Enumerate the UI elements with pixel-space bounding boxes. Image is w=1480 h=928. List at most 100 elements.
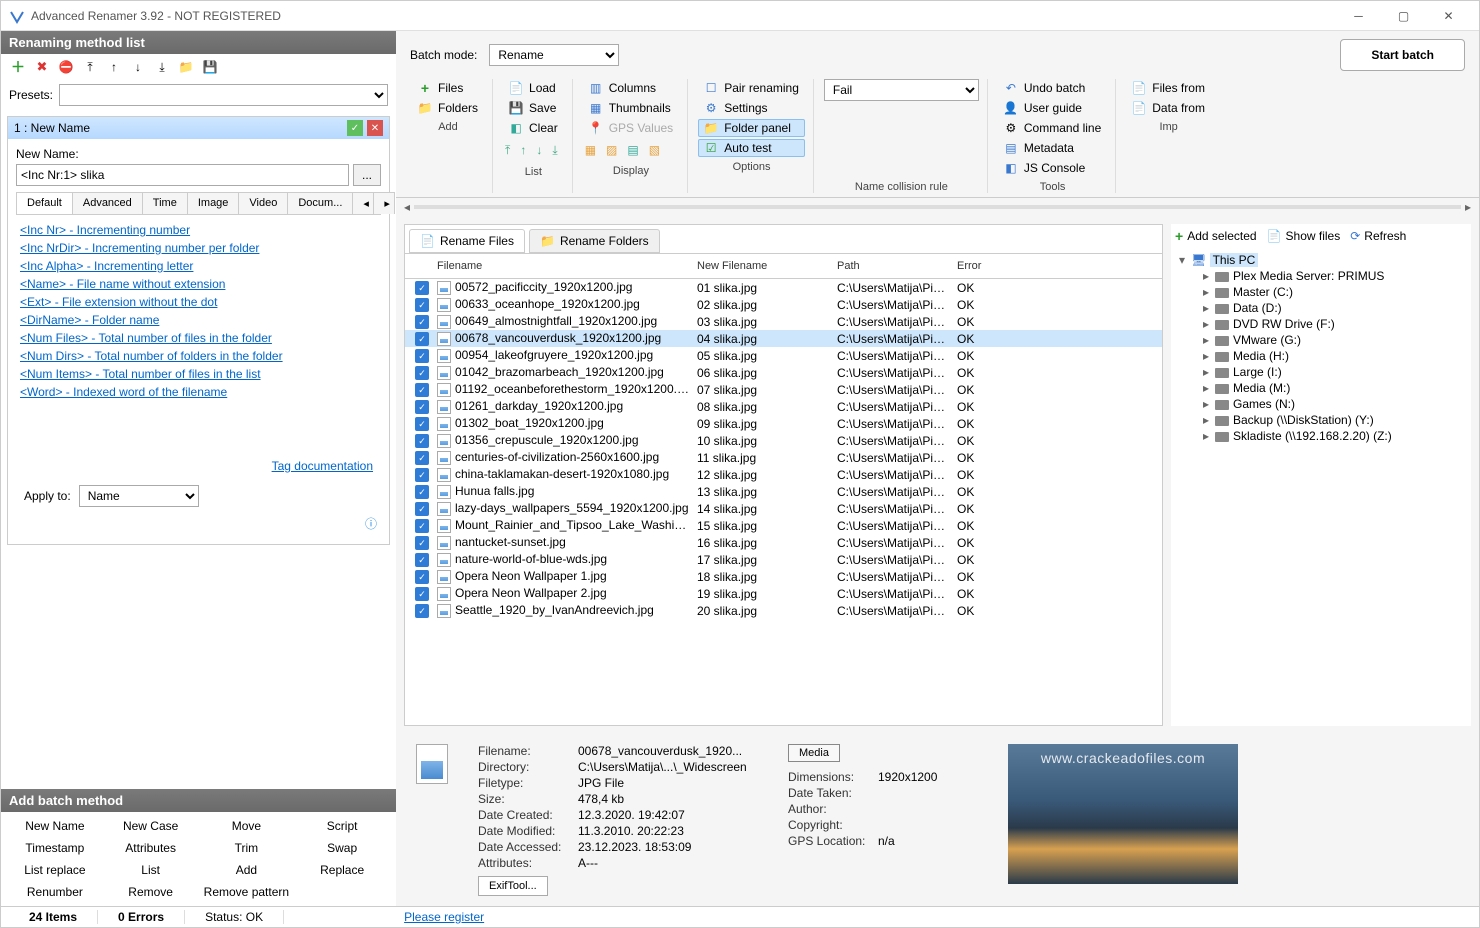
table-row[interactable]: ✓ 01261_darkday_1920x1200.jpg 08 slika.j… (405, 398, 1162, 415)
row-checkbox-icon[interactable]: ✓ (415, 315, 429, 329)
row-checkbox-icon[interactable]: ✓ (415, 434, 429, 448)
tree-toggle-icon[interactable]: ▸ (1203, 301, 1215, 315)
row-checkbox-icon[interactable]: ✓ (415, 298, 429, 312)
table-row[interactable]: ✓ lazy-days_wallpapers_5594_1920x1200.jp… (405, 500, 1162, 517)
list-save-button[interactable]: 💾Save (503, 99, 564, 117)
tree-node[interactable]: ▸Media (H:) (1175, 348, 1467, 364)
command-line-button[interactable]: ⚙Command line (998, 119, 1107, 137)
row-checkbox-icon[interactable]: ✓ (415, 604, 429, 618)
move-top-icon[interactable]: ⤒ (81, 58, 99, 76)
tree-toggle-icon[interactable]: ▸ (1203, 333, 1215, 347)
settings-button[interactable]: ⚙Settings (698, 99, 805, 117)
list-top-icon[interactable]: ⤒ (505, 143, 510, 158)
table-row[interactable]: ✓ 00954_lakeofgruyere_1920x1200.jpg 05 s… (405, 347, 1162, 364)
table-row[interactable]: ✓ nantucket-sunset.jpg 16 slika.jpg C:\U… (405, 534, 1162, 551)
method-enable-icon[interactable]: ✓ (347, 120, 363, 136)
add-method-icon[interactable]: ＋ (9, 58, 27, 76)
columns-button[interactable]: ▥Columns (583, 79, 679, 97)
tag-link[interactable]: <Name> - File name without extension (20, 275, 377, 293)
tab-time[interactable]: Time (142, 192, 188, 214)
tag-link[interactable]: <DirName> - Folder name (20, 311, 377, 329)
show-files-button[interactable]: 📄Show files (1267, 229, 1341, 243)
batch-method-button[interactable]: Attributes (105, 838, 197, 858)
tab-advanced[interactable]: Advanced (72, 192, 143, 214)
tree-node[interactable]: ▸Games (N:) (1175, 396, 1467, 412)
move-up-icon[interactable]: ↑ (105, 58, 123, 76)
tab-scroll-left-icon[interactable]: ◂ (352, 192, 374, 214)
method-close-icon[interactable]: ✕ (367, 120, 383, 136)
table-row[interactable]: ✓ 01302_boat_1920x1200.jpg 09 slika.jpg … (405, 415, 1162, 432)
ribbon-scroll-right-icon[interactable]: ▸ (1465, 200, 1471, 214)
tag-link[interactable]: <Word> - Indexed word of the filename (20, 383, 377, 401)
tree-node[interactable]: ▸Data (D:) (1175, 300, 1467, 316)
display-icon-3[interactable]: ▤ (627, 143, 638, 157)
table-row[interactable]: ✓ Opera Neon Wallpaper 1.jpg 18 slika.jp… (405, 568, 1162, 585)
table-row[interactable]: ✓ centuries-of-civilization-2560x1600.jp… (405, 449, 1162, 466)
batch-method-button[interactable]: List replace (9, 860, 101, 880)
batch-mode-combo[interactable]: Rename (489, 44, 619, 66)
batch-method-button[interactable]: Move (201, 816, 293, 836)
gps-values-button[interactable]: 📍GPS Values (583, 119, 679, 137)
list-clear-button[interactable]: ◧Clear (503, 119, 564, 137)
maximize-button[interactable]: ▢ (1381, 2, 1426, 30)
start-batch-button[interactable]: Start batch (1340, 39, 1465, 71)
add-selected-button[interactable]: +Add selected (1175, 228, 1257, 244)
tree-toggle-icon[interactable]: ▸ (1203, 413, 1215, 427)
move-down-icon[interactable]: ↓ (129, 58, 147, 76)
list-down-icon[interactable]: ↓ (536, 143, 542, 158)
row-checkbox-icon[interactable]: ✓ (415, 451, 429, 465)
table-row[interactable]: ✓ 00633_oceanhope_1920x1200.jpg 02 slika… (405, 296, 1162, 313)
tree-node[interactable]: ▸VMware (G:) (1175, 332, 1467, 348)
table-row[interactable]: ✓ 00572_pacificcity_1920x1200.jpg 01 sli… (405, 279, 1162, 296)
list-bottom-icon[interactable]: ⤓ (552, 143, 557, 158)
row-checkbox-icon[interactable]: ✓ (415, 383, 429, 397)
batch-method-button[interactable]: Remove pattern (201, 882, 293, 902)
row-checkbox-icon[interactable]: ✓ (415, 502, 429, 516)
rename-folders-tab[interactable]: 📁Rename Folders (529, 229, 660, 253)
batch-method-button[interactable]: Remove (105, 882, 197, 902)
row-checkbox-icon[interactable]: ✓ (415, 468, 429, 482)
tree-node[interactable]: ▸Media (M:) (1175, 380, 1467, 396)
tag-link[interactable]: <Num Files> - Total number of files in t… (20, 329, 377, 347)
list-load-button[interactable]: 📄Load (503, 79, 564, 97)
tag-link[interactable]: <Inc Nr> - Incrementing number (20, 221, 377, 239)
tree-toggle-icon[interactable]: ▸ (1203, 317, 1215, 331)
tree-node[interactable]: ▸Large (I:) (1175, 364, 1467, 380)
row-checkbox-icon[interactable]: ✓ (415, 587, 429, 601)
tab-scroll-right-icon[interactable]: ▸ (373, 192, 395, 214)
col-path[interactable]: Path (833, 258, 953, 274)
row-checkbox-icon[interactable]: ✓ (415, 570, 429, 584)
tab-video[interactable]: Video (238, 192, 288, 214)
table-row[interactable]: ✓ Opera Neon Wallpaper 2.jpg 19 slika.jp… (405, 585, 1162, 602)
tree-toggle-icon[interactable]: ▸ (1203, 349, 1215, 363)
tag-link[interactable]: <Inc Alpha> - Incrementing letter (20, 257, 377, 275)
presets-combo[interactable] (59, 84, 388, 106)
tree-node[interactable]: ▸Master (C:) (1175, 284, 1467, 300)
please-register-link[interactable]: Please register (404, 910, 484, 924)
auto-test-button[interactable]: ☑Auto test (698, 139, 805, 157)
tab-document[interactable]: Docum... (287, 192, 353, 214)
files-from-button[interactable]: 📄Files from (1126, 79, 1211, 97)
new-name-input[interactable] (16, 164, 349, 186)
batch-method-button[interactable]: Add (201, 860, 293, 880)
new-name-more-button[interactable]: ... (353, 164, 381, 186)
js-console-button[interactable]: ◧JS Console (998, 159, 1107, 177)
table-row[interactable]: ✓ 01356_crepuscule_1920x1200.jpg 10 slik… (405, 432, 1162, 449)
tree-toggle-icon[interactable]: ▸ (1203, 365, 1215, 379)
ribbon-scroll-left-icon[interactable]: ◂ (404, 200, 410, 214)
clear-methods-icon[interactable]: ⛔ (57, 58, 75, 76)
tree-node[interactable]: ▸DVD RW Drive (F:) (1175, 316, 1467, 332)
close-button[interactable]: ✕ (1426, 2, 1471, 30)
apply-to-combo[interactable]: Name (79, 485, 199, 507)
move-bottom-icon[interactable]: ⤓ (153, 58, 171, 76)
add-folders-button[interactable]: 📁Folders (412, 99, 484, 117)
batch-method-button[interactable]: List (105, 860, 197, 880)
save-icon[interactable]: 💾 (201, 58, 219, 76)
add-files-button[interactable]: +Files (412, 79, 484, 97)
refresh-button[interactable]: ⟳Refresh (1350, 229, 1406, 243)
table-row[interactable]: ✓ nature-world-of-blue-wds.jpg 17 slika.… (405, 551, 1162, 568)
display-icon-2[interactable]: ▨ (606, 143, 617, 157)
pair-renaming-button[interactable]: ☐Pair renaming (698, 79, 805, 97)
table-row[interactable]: ✓ 00649_almostnightfall_1920x1200.jpg 03… (405, 313, 1162, 330)
tab-default[interactable]: Default (16, 192, 73, 214)
